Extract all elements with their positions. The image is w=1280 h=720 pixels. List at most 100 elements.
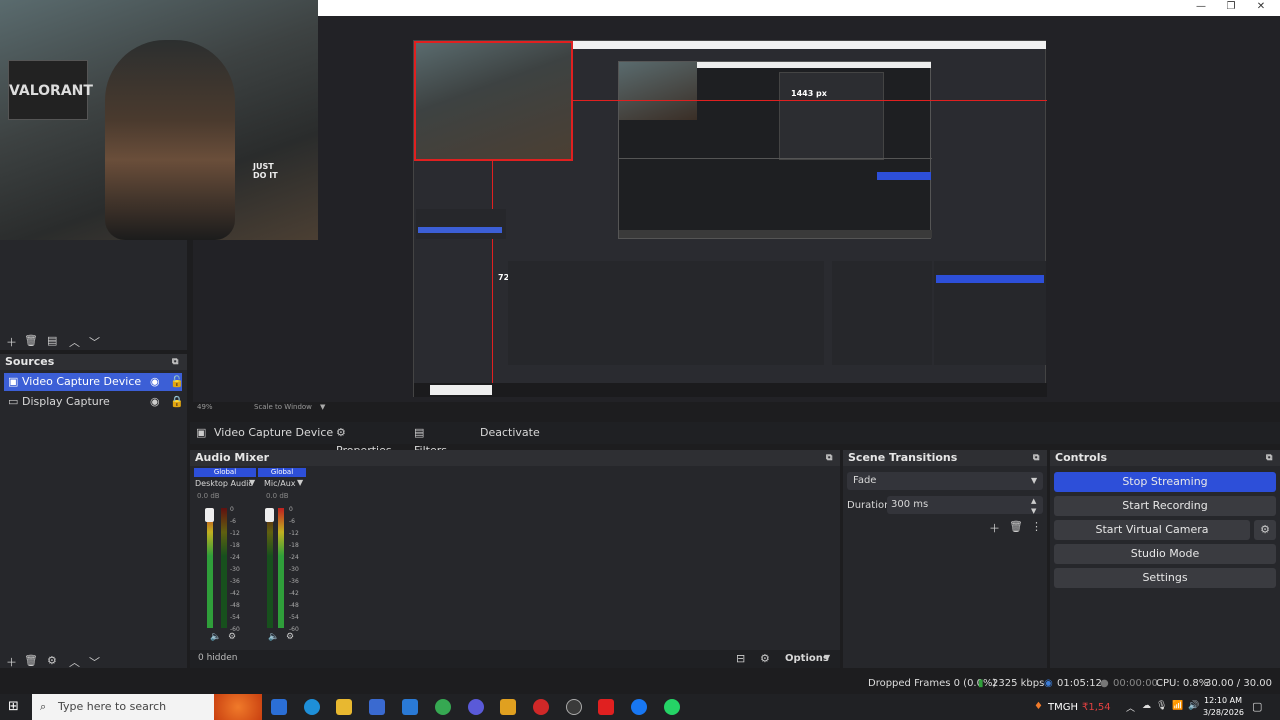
filters-button[interactable]: ▤ Filters xyxy=(414,424,458,457)
chevron-down-icon[interactable]: ▼ xyxy=(824,653,830,662)
gear-icon[interactable]: ⚙ xyxy=(228,632,236,642)
add-icon[interactable]: ＋ xyxy=(989,520,1000,536)
volume-slider[interactable] xyxy=(205,508,214,522)
restore-button[interactable]: ❐ xyxy=(1216,0,1246,16)
tick: -18 xyxy=(230,542,240,549)
nested-divider xyxy=(619,158,932,159)
youtube-icon[interactable] xyxy=(598,699,614,715)
windows-start-icon[interactable]: ⊞ xyxy=(8,699,19,714)
notification-icon[interactable]: ▢ xyxy=(1252,700,1262,713)
nested-sources xyxy=(416,209,506,239)
taskbar-search[interactable]: ⌕ Type here to search xyxy=(32,694,262,720)
undock-icon[interactable]: ⧉ xyxy=(172,354,178,370)
eye-icon[interactable]: ◉ xyxy=(150,393,160,411)
channel-name[interactable]: Mic/Aux xyxy=(264,478,296,490)
undock-icon[interactable]: ⧉ xyxy=(1266,450,1272,466)
undock-icon[interactable]: ⧉ xyxy=(1033,450,1039,466)
scale-dropdown-icon[interactable]: ▼ xyxy=(320,403,325,411)
mail-icon[interactable] xyxy=(402,699,418,715)
chevron-down-icon[interactable]: ▼ xyxy=(249,478,255,487)
settings-button[interactable]: Settings xyxy=(1054,568,1276,588)
options-button[interactable]: Options xyxy=(785,653,829,664)
trash-icon[interactable]: 🗑 xyxy=(24,654,38,667)
tick: -6 xyxy=(289,518,295,525)
tick: -24 xyxy=(289,554,299,561)
lock-icon[interactable]: 🔓 xyxy=(170,373,184,391)
onedrive-icon[interactable]: ☁ xyxy=(1142,701,1151,711)
trash-icon[interactable]: 🗑 xyxy=(1009,520,1023,533)
source-item[interactable]: ▭ Display Capture ◉ 🔒 xyxy=(4,393,184,411)
transition-select[interactable]: Fade ▼ xyxy=(847,472,1043,490)
audio-mixer-panel: Audio Mixer ⧉ Global Desktop Audio ▼ 0.0… xyxy=(190,450,840,668)
edge-icon[interactable] xyxy=(304,699,320,715)
opera-icon[interactable] xyxy=(533,699,549,715)
lock-icon[interactable]: 🔒 xyxy=(170,393,184,411)
trash-icon[interactable]: 🗑 xyxy=(24,334,38,347)
clock-date: 3/28/2026 xyxy=(1203,708,1245,717)
facebook-icon[interactable] xyxy=(631,699,647,715)
layout-icon[interactable]: ⊟ xyxy=(736,652,745,665)
chevron-up-icon[interactable]: ︿ xyxy=(1126,701,1135,714)
nested-bar xyxy=(697,62,931,68)
eye-icon[interactable]: ◉ xyxy=(150,373,160,391)
volume-icon[interactable]: 🔊 xyxy=(1188,701,1199,711)
source-toolbar-name: Video Capture Device xyxy=(214,426,334,439)
app-r-icon[interactable] xyxy=(500,699,516,715)
channel-name[interactable]: Desktop Audio xyxy=(195,478,253,490)
properties-button[interactable]: ⚙ Properties xyxy=(336,424,398,457)
obs-icon[interactable] xyxy=(566,699,582,715)
source-toolbar: ▣ Video Capture Device ⚙ Properties ▤ Fi… xyxy=(190,422,1280,457)
preview-canvas[interactable]: 1443 px 722 px xyxy=(413,40,1047,397)
signal-icon: ▮ xyxy=(978,678,984,689)
tray-value[interactable]: ₹1,54 xyxy=(1082,702,1111,713)
gear-icon[interactable]: ⚙ xyxy=(286,632,294,642)
gear-icon: ⚙ xyxy=(1260,523,1270,536)
stop-streaming-button[interactable]: Stop Streaming xyxy=(1054,472,1276,492)
file-explorer-icon[interactable] xyxy=(336,699,352,715)
scene-transitions-title: Scene Transitions xyxy=(848,451,958,464)
scale-mode[interactable]: Scale to Window xyxy=(254,403,312,411)
tick: -12 xyxy=(230,530,240,537)
speaker-icon[interactable]: 🔈 xyxy=(210,632,221,642)
chevron-down-icon[interactable]: ﹀ xyxy=(89,654,100,670)
filter-icon[interactable]: ▤ xyxy=(47,334,57,347)
close-button[interactable]: ✕ xyxy=(1246,0,1276,16)
start-virtual-camera-button[interactable]: Start Virtual Camera xyxy=(1054,520,1250,540)
minimize-button[interactable]: — xyxy=(1186,0,1216,16)
channel-badge: Global xyxy=(194,468,256,477)
undock-icon[interactable]: ⧉ xyxy=(826,450,832,466)
add-icon[interactable]: ＋ xyxy=(6,654,17,670)
duration-input[interactable]: 300 ms ▲ ▼ xyxy=(887,496,1043,515)
chevron-down-icon[interactable]: ﹀ xyxy=(89,334,100,350)
clock-time: 12:10 AM xyxy=(1204,696,1242,705)
selected-source-box[interactable] xyxy=(414,41,573,161)
gear-icon[interactable]: ⚙ xyxy=(760,652,770,665)
wifi-icon[interactable]: 📶 xyxy=(1172,701,1183,711)
cpu-usage: CPU: 0.8% xyxy=(1156,678,1209,689)
mic-icon[interactable]: 🎙 xyxy=(1156,701,1167,711)
chevron-up-icon[interactable]: ︿ xyxy=(69,334,80,350)
start-recording-button[interactable]: Start Recording xyxy=(1054,496,1276,516)
more-icon[interactable]: ⋮ xyxy=(1031,520,1042,533)
zoom-level: 49% xyxy=(197,403,213,411)
add-icon[interactable]: ＋ xyxy=(6,334,17,350)
deactivate-button[interactable]: Deactivate xyxy=(480,424,540,442)
nested-transitions xyxy=(832,261,932,365)
copilot-icon[interactable] xyxy=(271,699,287,715)
studio-mode-button[interactable]: Studio Mode xyxy=(1054,544,1276,564)
virtual-camera-settings-button[interactable]: ⚙ xyxy=(1254,520,1276,540)
chevron-down-icon[interactable]: ▼ xyxy=(297,478,303,487)
tray-label[interactable]: TMGH xyxy=(1048,702,1078,713)
chrome-icon[interactable] xyxy=(435,699,451,715)
source-item[interactable]: ▣ Video Capture Device ◉ 🔓 xyxy=(4,373,184,391)
whatsapp-icon[interactable] xyxy=(664,699,680,715)
clock[interactable]: 12:10 AM 3/28/2026 xyxy=(1203,695,1245,719)
discord-icon[interactable] xyxy=(468,699,484,715)
spin-down-icon[interactable]: ▼ xyxy=(1031,502,1036,520)
chevron-up-icon[interactable]: ︿ xyxy=(69,654,80,670)
volume-slider[interactable] xyxy=(265,508,274,522)
store-icon[interactable] xyxy=(369,699,385,715)
speaker-icon[interactable]: 🔈 xyxy=(268,632,279,642)
gear-icon[interactable]: ⚙ xyxy=(47,654,57,667)
person xyxy=(105,40,235,240)
